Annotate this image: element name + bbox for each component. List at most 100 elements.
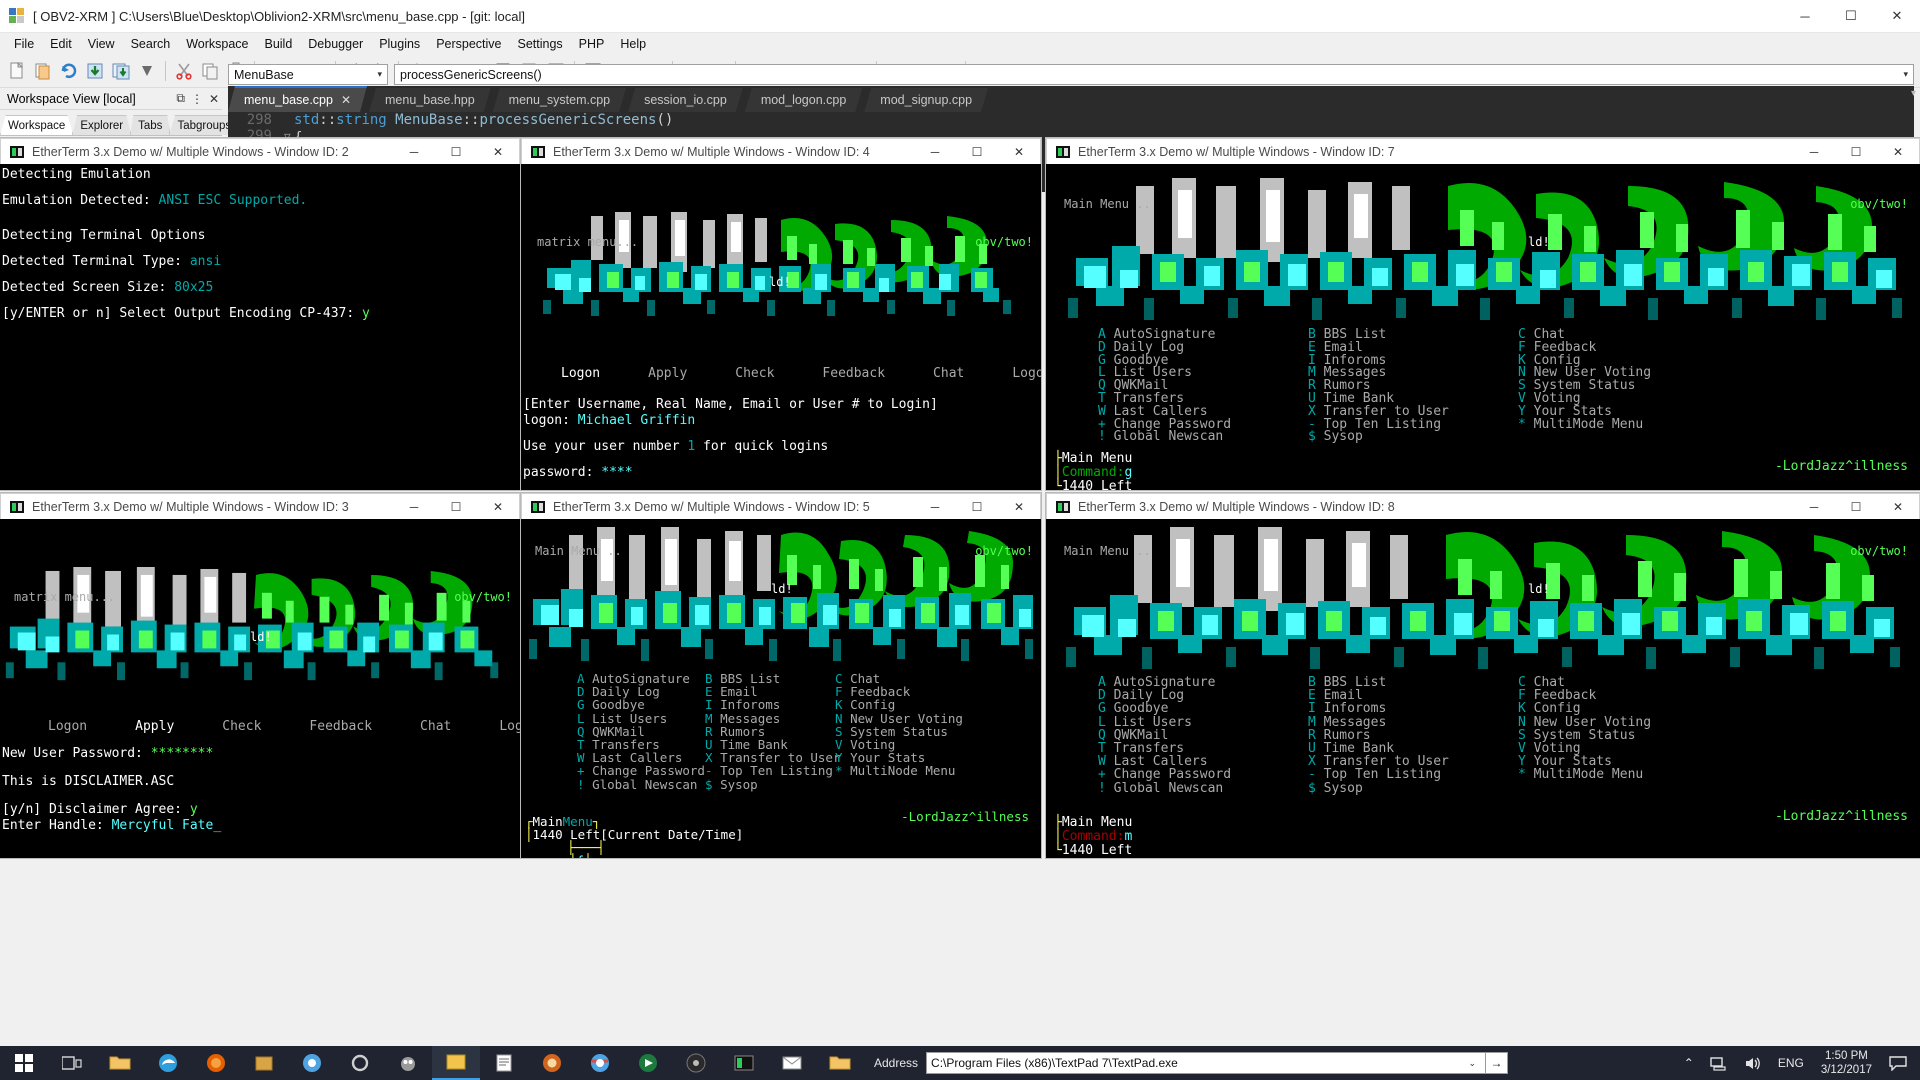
window-8-terminal[interactable]: Main Menu .. obv/two! ld! A AutoSignatur… [1046,519,1920,858]
menu-edit[interactable]: Edit [42,34,80,54]
menu-entry[interactable]: * MultiMode Menu [1518,419,1728,432]
nav-apply[interactable]: Apply [648,366,687,381]
network-icon[interactable] [1703,1046,1735,1080]
minimize-button[interactable]: ─ [1782,0,1828,32]
window-3-maximize[interactable]: ☐ [435,494,477,519]
taskbar-store[interactable] [240,1046,288,1080]
taskbar-firefox[interactable] [192,1046,240,1080]
nav-logon[interactable]: Logon [48,719,87,734]
taskbar-edge[interactable] [144,1046,192,1080]
window-8-close[interactable]: ✕ [1877,494,1919,519]
save-icon[interactable] [83,58,107,84]
nav-feedback[interactable]: Feedback [822,366,885,381]
start-button[interactable] [0,1046,48,1080]
window-8-minimize[interactable]: ─ [1793,494,1835,519]
window-8-titlebar[interactable]: EtherTerm 3.x Demo w/ Multiple Windows -… [1046,493,1920,519]
copy-icon[interactable] [198,58,222,84]
menu-entry[interactable]: ! Global Newscan [577,778,705,791]
window-4-close[interactable]: ✕ [998,139,1040,164]
panel-close-icon[interactable]: ✕ [206,92,222,106]
editor-tab-menu-system-cpp[interactable]: menu_system.cpp [493,88,626,112]
menu-entry[interactable]: $ Sysop [1308,431,1518,444]
window-3-close[interactable]: ✕ [477,494,519,519]
window-8-maximize[interactable]: ☐ [1835,494,1877,519]
taskbar-ethertermgroup[interactable] [720,1046,768,1080]
clock[interactable]: 1:50 PM 3/12/2017 [1813,1049,1880,1077]
nav-logon[interactable]: Logon [561,366,600,381]
taskbar-quicktime[interactable] [624,1046,672,1080]
nav-logoff[interactable]: Logoff [499,719,520,734]
taskbar-chrome2[interactable] [576,1046,624,1080]
menu-entry[interactable]: ! Global Newscan [1098,431,1308,444]
menu-build[interactable]: Build [256,34,300,54]
window-4-terminal[interactable]: matrix menu... obv/two! ld! Logon Apply … [521,164,1041,490]
new-file-icon[interactable] [5,58,29,84]
window-2-close[interactable]: ✕ [477,139,519,164]
menu-help[interactable]: Help [612,34,654,54]
menu-entry[interactable]: $ Sysop [1308,782,1518,795]
nav-check[interactable]: Check [735,366,774,381]
terminal-window-8[interactable]: EtherTerm 3.x Demo w/ Multiple Windows -… [1046,493,1920,858]
window-2-terminal[interactable]: Detecting Emulation Emulation Detected: … [0,164,520,490]
volume-icon[interactable] [1737,1046,1769,1080]
window-5-close[interactable]: ✕ [998,494,1040,519]
taskbar-codelite[interactable] [432,1046,480,1080]
window-4-maximize[interactable]: ☐ [956,139,998,164]
editor-tab-mod-signup-cpp[interactable]: mod_signup.cpp [864,88,988,112]
chevron-down-icon[interactable]: ⌄ [1463,1058,1481,1069]
taskbar-browser2[interactable] [528,1046,576,1080]
window-4-titlebar[interactable]: EtherTerm 3.x Demo w/ Multiple Windows -… [521,138,1041,164]
nav-logoff[interactable]: Logoff [1012,366,1041,381]
save-all-icon[interactable] [109,58,133,84]
close-file-icon[interactable] [135,58,159,84]
workspace-tab-workspace[interactable]: Workspace [0,115,73,135]
window-7-terminal[interactable]: Main Menu .. obv/two! ld! A AutoSignatur… [1046,164,1920,490]
action-center-icon[interactable] [1882,1046,1914,1080]
cut-icon[interactable] [172,58,196,84]
taskbar-folder2[interactable] [816,1046,864,1080]
task-view-button[interactable] [48,1046,96,1080]
window-3-minimize[interactable]: ─ [393,494,435,519]
terminal-window-5[interactable]: EtherTerm 3.x Demo w/ Multiple Windows -… [521,493,1041,858]
window-5-titlebar[interactable]: EtherTerm 3.x Demo w/ Multiple Windows -… [521,493,1041,519]
window-2-maximize[interactable]: ☐ [435,139,477,164]
taskbar-chrome[interactable] [288,1046,336,1080]
close-button[interactable]: ✕ [1874,0,1920,32]
menu-entry[interactable]: * MultiMode Menu [1518,768,1728,781]
menu-file[interactable]: File [6,34,42,54]
taskbar-media[interactable] [672,1046,720,1080]
menu-entry[interactable]: * MultiNode Menu [835,764,1035,777]
menu-workspace[interactable]: Workspace [178,34,256,54]
window-7-minimize[interactable]: ─ [1793,139,1835,164]
nav-apply[interactable]: Apply [135,719,174,734]
editor-tab-menu-base-hpp[interactable]: menu_base.hpp [369,88,491,112]
language-indicator[interactable]: ENG [1771,1046,1811,1080]
workspace-tab-tabs[interactable]: Tabs [130,115,170,135]
address-go-icon[interactable]: → [1486,1052,1508,1074]
address-bar-input[interactable]: C:\Program Files (x86)\TextPad 7\TextPad… [926,1052,1486,1074]
menu-search[interactable]: Search [123,34,179,54]
terminal-window-7[interactable]: EtherTerm 3.x Demo w/ Multiple Windows -… [1046,138,1920,490]
window-2-minimize[interactable]: ─ [393,139,435,164]
menu-debugger[interactable]: Debugger [300,34,371,54]
dock-icon[interactable]: ⧉ [173,91,188,106]
show-hidden-icons-icon[interactable]: ⌃ [1677,1046,1701,1080]
editor-tab-session-io-cpp[interactable]: session_io.cpp [628,88,743,112]
window-5-terminal[interactable]: Main Menu .. obv/two! ld! A AutoSignatur… [521,519,1041,858]
menu-php[interactable]: PHP [571,34,613,54]
window-3-titlebar[interactable]: EtherTerm 3.x Demo w/ Multiple Windows -… [0,493,520,519]
nav-chat[interactable]: Chat [933,366,964,381]
menu-view[interactable]: View [80,34,123,54]
workspace-tab-explorer[interactable]: Explorer [72,115,131,135]
function-scope-combo[interactable]: processGenericScreens() ▾ [394,64,1914,85]
nav-check[interactable]: Check [222,719,261,734]
close-icon[interactable]: ✕ [341,93,351,107]
taskbar-file-explorer[interactable] [96,1046,144,1080]
menu-entry[interactable]: ! Global Newscan [1098,782,1308,795]
window-3-terminal[interactable]: matrix menu... obv/two! ld! Logon Apply … [0,519,520,858]
nav-chat[interactable]: Chat [420,719,451,734]
class-scope-combo[interactable]: MenuBase ▾ [228,64,388,85]
taskbar-notepad[interactable] [480,1046,528,1080]
menu-entry[interactable]: $ Sysop [705,778,835,791]
open-file-icon[interactable] [31,58,55,84]
